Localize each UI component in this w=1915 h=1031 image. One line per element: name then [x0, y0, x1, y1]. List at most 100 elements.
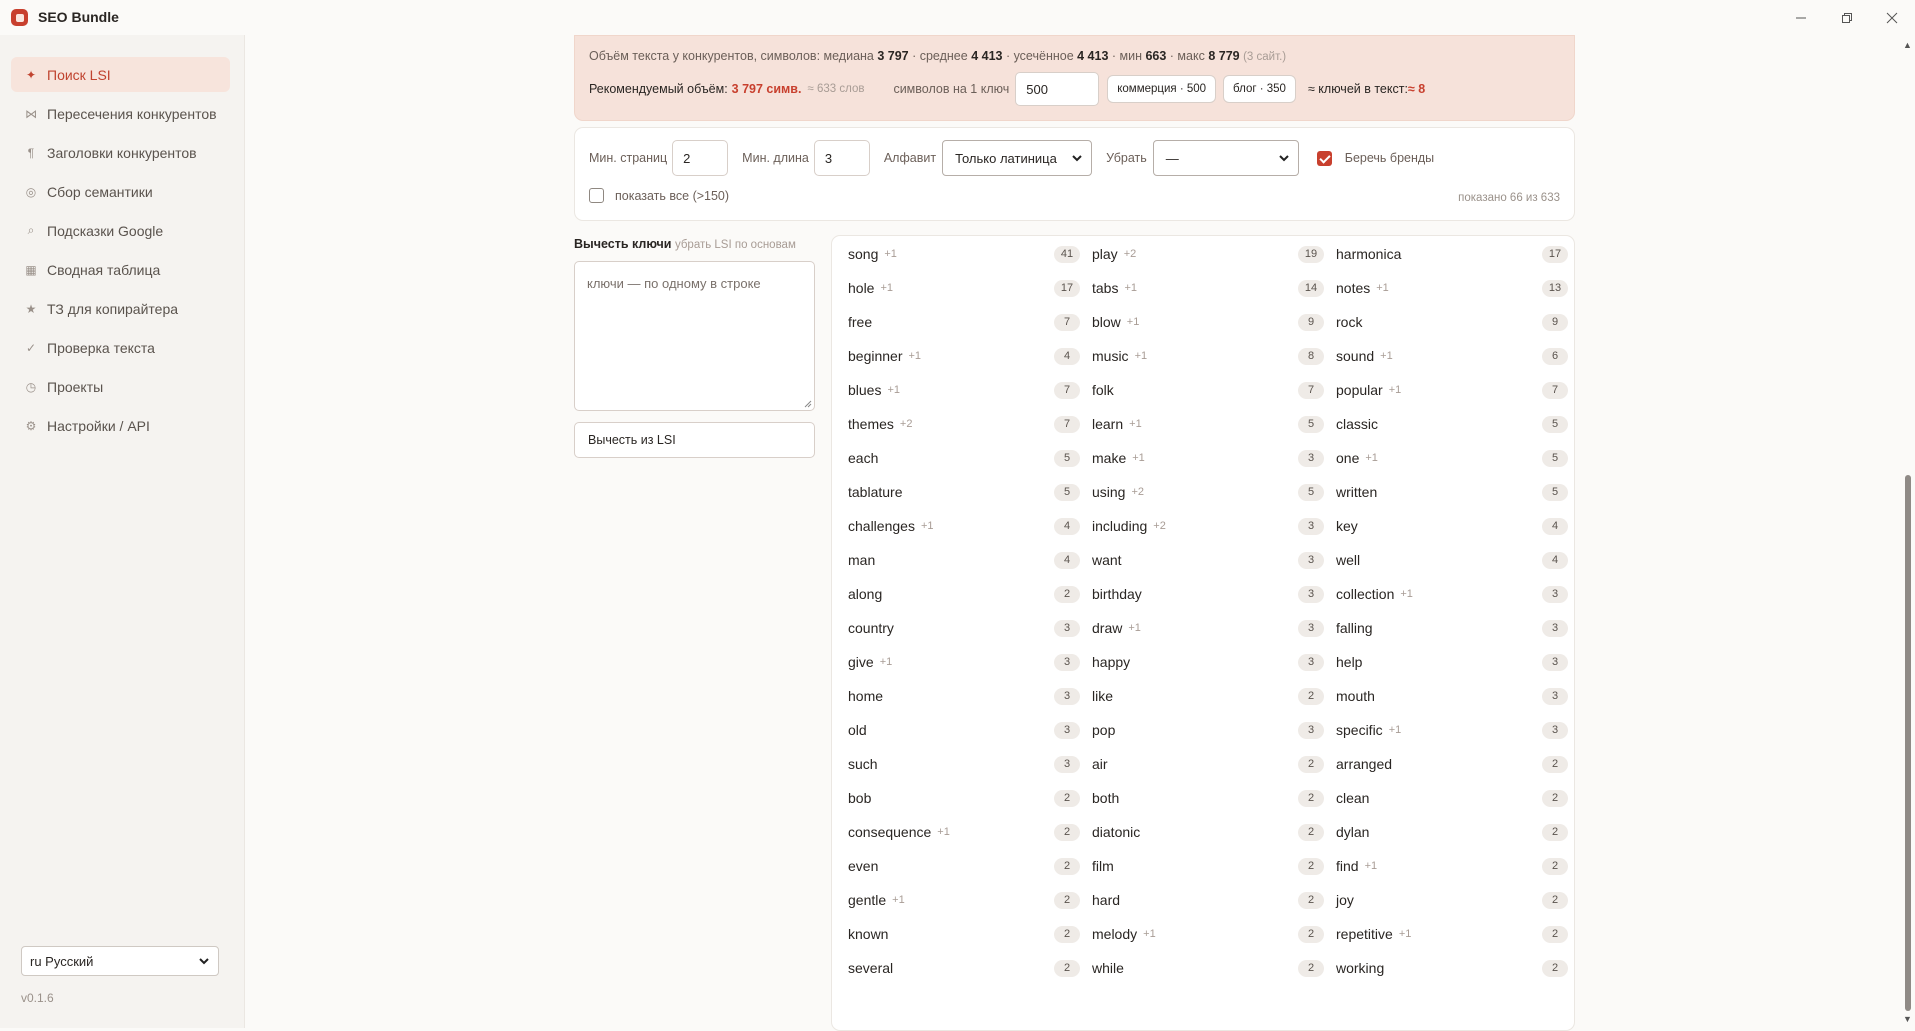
keep-brands-checkbox[interactable] [1316, 150, 1332, 166]
lsi-word-forms: +1 [1376, 282, 1389, 294]
lsi-word-row[interactable]: help 3 [1336, 645, 1568, 679]
min-length-input[interactable]: 3 [813, 140, 870, 176]
resize-handle-icon[interactable] [804, 400, 812, 408]
lsi-word-row[interactable]: classic 5 [1336, 407, 1568, 441]
sidebar-item-competitor-headings[interactable]: ¶ Заголовки конкурентов [11, 135, 230, 170]
scroll-down-icon[interactable]: ▼ [1903, 1014, 1913, 1024]
lsi-word-row[interactable]: old 3 [848, 713, 1080, 747]
lsi-word-row[interactable]: music +1 8 [1092, 339, 1324, 373]
lsi-word-row[interactable]: even 2 [848, 849, 1080, 883]
chars-per-key-input[interactable]: 500 [1015, 72, 1100, 106]
preset-commerce-button[interactable]: коммерция · 500 [1107, 75, 1217, 103]
sidebar-item-settings-api[interactable]: ⚙ Настройки / API [11, 408, 230, 443]
lsi-word-row[interactable]: themes +2 7 [848, 407, 1080, 441]
lsi-word-row[interactable]: mouth 3 [1336, 679, 1568, 713]
lsi-word-row[interactable]: sound +1 6 [1336, 339, 1568, 373]
lsi-word-row[interactable]: film 2 [1092, 849, 1324, 883]
lsi-word-row[interactable]: several 2 [848, 951, 1080, 985]
lsi-word-row[interactable]: tablature 5 [848, 475, 1080, 509]
lsi-word-row[interactable]: give +1 3 [848, 645, 1080, 679]
lsi-word-row[interactable]: while 2 [1092, 951, 1324, 985]
lsi-word-row[interactable]: blow +1 9 [1092, 305, 1324, 339]
show-all-checkbox[interactable] [589, 188, 604, 203]
restore-button[interactable] [1824, 0, 1870, 35]
sidebar-item-lsi-search[interactable]: ✦ Поиск LSI [11, 57, 230, 92]
lsi-word-row[interactable]: such 3 [848, 747, 1080, 781]
scrollbar-thumb[interactable] [1905, 475, 1911, 1011]
lsi-word-row[interactable]: air 2 [1092, 747, 1324, 781]
lsi-word-row[interactable]: well 4 [1336, 543, 1568, 577]
subtract-keys-textarea[interactable]: ключи — по одному в строке [574, 261, 815, 411]
scroll-up-icon[interactable]: ▲ [1903, 40, 1913, 50]
lsi-word-row[interactable]: working 2 [1336, 951, 1568, 985]
lsi-word-row[interactable]: home 3 [848, 679, 1080, 713]
lsi-word-row[interactable]: blues +1 7 [848, 373, 1080, 407]
sidebar-item-summary-table[interactable]: ▦ Сводная таблица [11, 252, 230, 287]
lsi-word-row[interactable]: happy 3 [1092, 645, 1324, 679]
min-pages-input[interactable]: 2 [672, 140, 729, 176]
lsi-word-row[interactable]: beginner +1 4 [848, 339, 1080, 373]
sidebar-item-copywriter-brief[interactable]: ★ ТЗ для копирайтера [11, 291, 230, 326]
lsi-word-row[interactable]: make +1 3 [1092, 441, 1324, 475]
lsi-word-row[interactable]: man 4 [848, 543, 1080, 577]
lsi-word-count-badge: 5 [1054, 483, 1080, 501]
lsi-word-row[interactable]: tabs +1 14 [1092, 271, 1324, 305]
lsi-word-row[interactable]: joy 2 [1336, 883, 1568, 917]
lsi-word-row[interactable]: popular +1 7 [1336, 373, 1568, 407]
lsi-word-row[interactable]: challenges +1 4 [848, 509, 1080, 543]
subtract-from-lsi-button[interactable]: Вычесть из LSI [574, 422, 815, 458]
sidebar-item-semantics[interactable]: ◎ Сбор семантики [11, 174, 230, 209]
lsi-word-row[interactable]: specific +1 3 [1336, 713, 1568, 747]
language-select[interactable]: ru Русский [21, 946, 219, 976]
lsi-word-row[interactable]: consequence +1 2 [848, 815, 1080, 849]
close-button[interactable] [1869, 0, 1915, 35]
sidebar-item-projects[interactable]: ◷ Проекты [11, 369, 230, 404]
lsi-word-row[interactable]: key 4 [1336, 509, 1568, 543]
lsi-word-row[interactable]: each 5 [848, 441, 1080, 475]
lsi-word-row[interactable]: diatonic 2 [1092, 815, 1324, 849]
lsi-word-row[interactable]: bob 2 [848, 781, 1080, 815]
lsi-word-row[interactable]: like 2 [1092, 679, 1324, 713]
lsi-word-row[interactable]: learn +1 5 [1092, 407, 1324, 441]
lsi-word-row[interactable]: dylan 2 [1336, 815, 1568, 849]
lsi-word-row[interactable]: arranged 2 [1336, 747, 1568, 781]
lsi-word-row[interactable]: notes +1 13 [1336, 271, 1568, 305]
alphabet-select[interactable]: Только латиница [942, 140, 1093, 176]
lsi-word-row[interactable]: hole +1 17 [848, 271, 1080, 305]
lsi-word-row[interactable]: birthday 3 [1092, 577, 1324, 611]
lsi-word-row[interactable]: find +1 2 [1336, 849, 1568, 883]
lsi-word-row[interactable]: collection +1 3 [1336, 577, 1568, 611]
lsi-word-row[interactable]: melody +1 2 [1092, 917, 1324, 951]
lsi-word: blow [1092, 314, 1121, 330]
lsi-word-row[interactable]: repetitive +1 2 [1336, 917, 1568, 951]
sidebar-item-competitor-intersections[interactable]: ⋈ Пересечения конкурентов [11, 96, 230, 131]
remove-select[interactable]: — [1152, 140, 1299, 176]
lsi-word-forms: +2 [1153, 520, 1166, 532]
lsi-word-row[interactable]: falling 3 [1336, 611, 1568, 645]
lsi-word-row[interactable]: both 2 [1092, 781, 1324, 815]
lsi-word-row[interactable]: gentle +1 2 [848, 883, 1080, 917]
lsi-word-row[interactable]: along 2 [848, 577, 1080, 611]
lsi-word-row[interactable]: pop 3 [1092, 713, 1324, 747]
lsi-word-row[interactable]: song +1 41 [848, 237, 1080, 271]
lsi-word-row[interactable]: rock 9 [1336, 305, 1568, 339]
minimize-button[interactable] [1778, 0, 1824, 35]
lsi-word-row[interactable]: hard 2 [1092, 883, 1324, 917]
lsi-word-row[interactable]: want 3 [1092, 543, 1324, 577]
sidebar-item-text-check[interactable]: ✓ Проверка текста [11, 330, 230, 365]
lsi-word-row[interactable]: free 7 [848, 305, 1080, 339]
lsi-word-row[interactable]: draw +1 3 [1092, 611, 1324, 645]
sidebar-item-google-suggestions[interactable]: ⌕ Подсказки Google [11, 213, 230, 248]
lsi-word-row[interactable]: harmonica 17 [1336, 237, 1568, 271]
lsi-word-row[interactable]: using +2 5 [1092, 475, 1324, 509]
lsi-word-row[interactable]: play +2 19 [1092, 237, 1324, 271]
lsi-word-row[interactable]: country 3 [848, 611, 1080, 645]
lsi-word: repetitive [1336, 926, 1393, 942]
lsi-word-row[interactable]: written 5 [1336, 475, 1568, 509]
lsi-word-row[interactable]: folk 7 [1092, 373, 1324, 407]
lsi-word-row[interactable]: clean 2 [1336, 781, 1568, 815]
lsi-word-row[interactable]: one +1 5 [1336, 441, 1568, 475]
lsi-word-row[interactable]: known 2 [848, 917, 1080, 951]
preset-blog-button[interactable]: блог · 350 [1223, 75, 1296, 103]
lsi-word-row[interactable]: including +2 3 [1092, 509, 1324, 543]
